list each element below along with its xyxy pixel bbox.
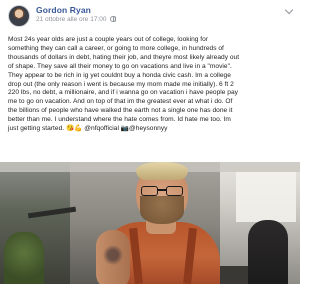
post-body-line: the billions of people who have walked t… bbox=[8, 107, 233, 115]
globe-icon bbox=[110, 16, 117, 22]
post-body-line: They appear to be rich in ig yet couldnt… bbox=[8, 71, 231, 79]
chevron-down-icon[interactable] bbox=[284, 5, 294, 15]
avatar[interactable] bbox=[8, 5, 30, 27]
post-header: Gordon Ryan 21 ottobre alle ore 17:00 bbox=[8, 5, 294, 29]
photo-background-person bbox=[248, 220, 288, 284]
post-body-line: thousands of dollars in debt, hating the… bbox=[8, 53, 240, 61]
post-body-line: something they can call a career, or goi… bbox=[8, 44, 224, 52]
photo-window bbox=[236, 172, 296, 222]
post-body-line: me to go on vacation. And on top of that… bbox=[8, 98, 233, 106]
photo-glasses bbox=[141, 186, 183, 196]
post-body-line: Most 24s year olds are just a couple yea… bbox=[8, 36, 209, 43]
post-body-line: drop out (the only reason i went is beca… bbox=[8, 80, 234, 88]
photo-plant bbox=[4, 232, 44, 284]
post-meta: 21 ottobre alle ore 17:00 bbox=[36, 16, 117, 23]
post-photo[interactable] bbox=[0, 162, 300, 284]
post-body-line: just getting started. 😘💪 @nfqofficial 📷@… bbox=[8, 125, 168, 133]
photo-person-beard bbox=[140, 196, 184, 224]
photo-person-hair bbox=[136, 162, 188, 180]
facebook-post: Gordon Ryan 21 ottobre alle ore 17:00 Mo… bbox=[0, 0, 300, 284]
post-body-line: better than me. I understand where the h… bbox=[8, 116, 231, 124]
post-body-line: 220 lbs, no debt, a millionaire, and if … bbox=[8, 89, 238, 97]
post-body-line: of shape. They save all their money to g… bbox=[8, 62, 232, 70]
post-timestamp[interactable]: 21 ottobre alle ore 17:00 bbox=[36, 16, 106, 23]
post-body: Most 24s year olds are just a couple yea… bbox=[8, 36, 293, 134]
photo-tattoo bbox=[102, 242, 124, 268]
author-name[interactable]: Gordon Ryan bbox=[36, 5, 91, 15]
